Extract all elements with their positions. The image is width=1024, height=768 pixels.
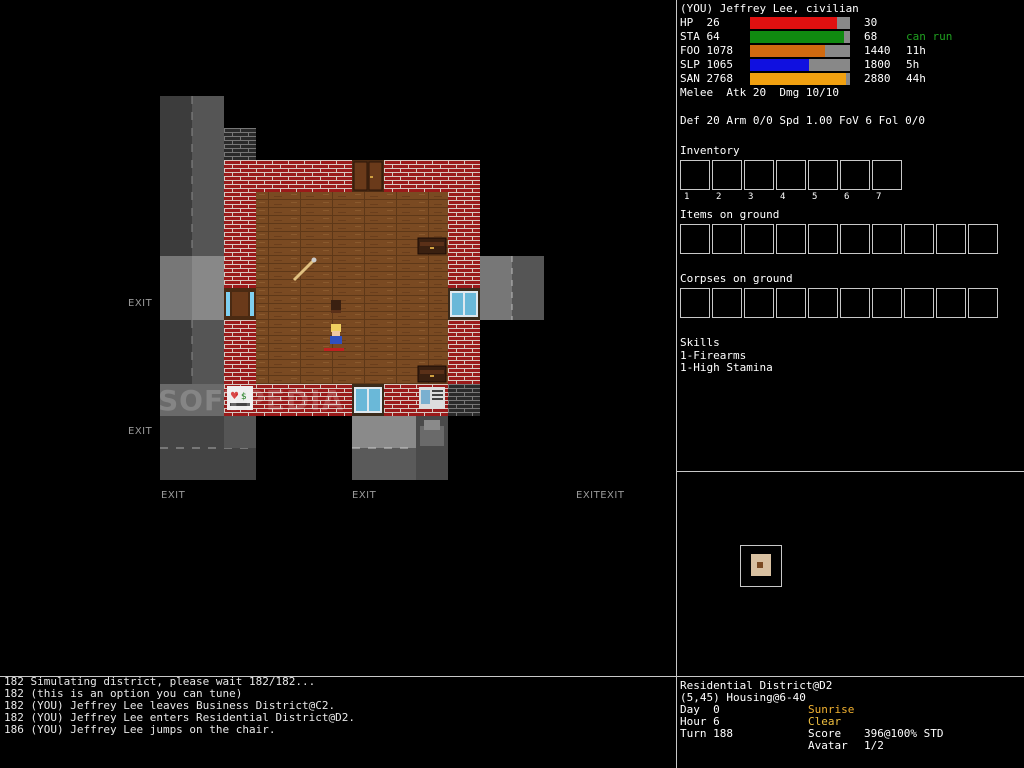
corpse-slot[interactable]: [744, 288, 774, 318]
poster-right: [419, 387, 445, 409]
building-floor: [256, 192, 448, 384]
inventory-slot[interactable]: [808, 160, 838, 190]
stat-san-bar: [750, 73, 846, 85]
avatar-value: 1/2: [864, 739, 884, 752]
corpse-slot[interactable]: [680, 288, 710, 318]
corpse-slot[interactable]: [808, 288, 838, 318]
exit-label-south-1: EXIT: [161, 490, 186, 501]
stat-sta-bar: [750, 31, 844, 43]
drawer-upper[interactable]: [417, 237, 447, 255]
ground-item-slot[interactable]: [680, 224, 710, 254]
log-line: 186 (YOU) Jeffrey Lee jumps on the chair…: [4, 723, 276, 736]
exit-label-south-2: EXIT: [352, 490, 377, 501]
turn-label: Turn 188: [680, 727, 733, 740]
inventory-slot[interactable]: [680, 160, 710, 190]
stat-san-max: 2880: [864, 72, 891, 85]
stat-hp-label: HP 26: [680, 16, 720, 29]
game-map[interactable]: ♥ $ SOFTPEDIA: [0, 0, 676, 676]
drawer-lower[interactable]: [417, 365, 447, 383]
ground-item-slot[interactable]: [840, 224, 870, 254]
exit-label-southeast: EXITEXIT: [576, 490, 625, 501]
corpse-slot[interactable]: [904, 288, 934, 318]
stat-slp-bar: [750, 59, 809, 71]
ground-item-slot[interactable]: [968, 224, 998, 254]
stat-slp-max: 1800: [864, 58, 891, 71]
window-bottom: [352, 384, 384, 416]
exit-label-west-2: EXIT: [128, 426, 153, 437]
ground-item-slot[interactable]: [936, 224, 966, 254]
corpse-slot[interactable]: [712, 288, 742, 318]
inventory-slot-number: 7: [876, 192, 882, 202]
defense-stats: Def 20 Arm 0/0 Spd 1.00 FoV 6 Fol 0/0: [680, 114, 926, 127]
stat-sta-max: 68: [864, 30, 878, 43]
corpse-slot[interactable]: [936, 288, 966, 318]
inventory-slot[interactable]: [776, 160, 806, 190]
stat-foo-bar: [750, 45, 825, 57]
corpse-slot[interactable]: [968, 288, 998, 318]
exit-label-west-1: EXIT: [128, 298, 153, 309]
corpses-ground-title: Corpses on ground: [680, 272, 793, 285]
minimap-box[interactable]: [740, 545, 782, 587]
inventory-slot-number: 1: [684, 192, 690, 202]
stat-hp-max: 30: [864, 16, 878, 29]
skills-title: Skills: [680, 336, 720, 349]
corpse-slot[interactable]: [872, 288, 902, 318]
inventory-slot-number: 6: [844, 192, 850, 202]
panel-divider-right: [677, 471, 1024, 472]
stat-slp-label: SLP 1065: [680, 58, 733, 71]
inventory-title: Inventory: [680, 144, 740, 157]
inventory-slot-number: 3: [748, 192, 754, 202]
stat-sta-note: can run: [906, 30, 953, 43]
panel-divider-vertical: [676, 0, 677, 768]
chair[interactable]: [331, 300, 341, 313]
ground-item-slot[interactable]: [808, 224, 838, 254]
inventory-slot-number: 2: [716, 192, 722, 202]
stat-foo-label: FOO 1078: [680, 44, 733, 57]
stat-slp-note: 5h: [906, 58, 920, 71]
window-right: [448, 288, 480, 320]
melee-stats: Melee Atk 20 Dmg 10/10: [680, 86, 839, 99]
items-ground-title: Items on ground: [680, 208, 780, 221]
stat-foo-max: 1440: [864, 44, 891, 57]
door-left[interactable]: [224, 288, 256, 320]
stat-foo-note: 11h: [906, 44, 926, 57]
svg-text:SOFTPEDIA: SOFTPEDIA: [158, 384, 344, 417]
corpse-slot[interactable]: [776, 288, 806, 318]
player-title: (YOU) Jeffrey Lee, civilian: [680, 2, 859, 15]
ground-item-slot[interactable]: [744, 224, 774, 254]
stat-san-label: SAN 2768: [680, 72, 733, 85]
stat-hp-bar: [750, 17, 837, 29]
inventory-slot[interactable]: [744, 160, 774, 190]
inventory-slot[interactable]: [872, 160, 902, 190]
skill-item: 1-High Stamina: [680, 361, 773, 374]
corpse-slot[interactable]: [840, 288, 870, 318]
inventory-slot[interactable]: [712, 160, 742, 190]
avatar-label: Avatar: [808, 739, 848, 752]
inventory-slot[interactable]: [840, 160, 870, 190]
inventory-slot-number: 4: [780, 192, 786, 202]
ground-item-slot[interactable]: [872, 224, 902, 254]
stat-san-note: 44h: [906, 72, 926, 85]
ground-item-slot[interactable]: [712, 224, 742, 254]
door-top[interactable]: [352, 160, 384, 192]
stat-sta-label: STA 64: [680, 30, 720, 43]
ground-item-slot[interactable]: [776, 224, 806, 254]
ground-item-slot[interactable]: [904, 224, 934, 254]
inventory-slot-number: 5: [812, 192, 818, 202]
minimap-marker-icon: [757, 562, 763, 568]
